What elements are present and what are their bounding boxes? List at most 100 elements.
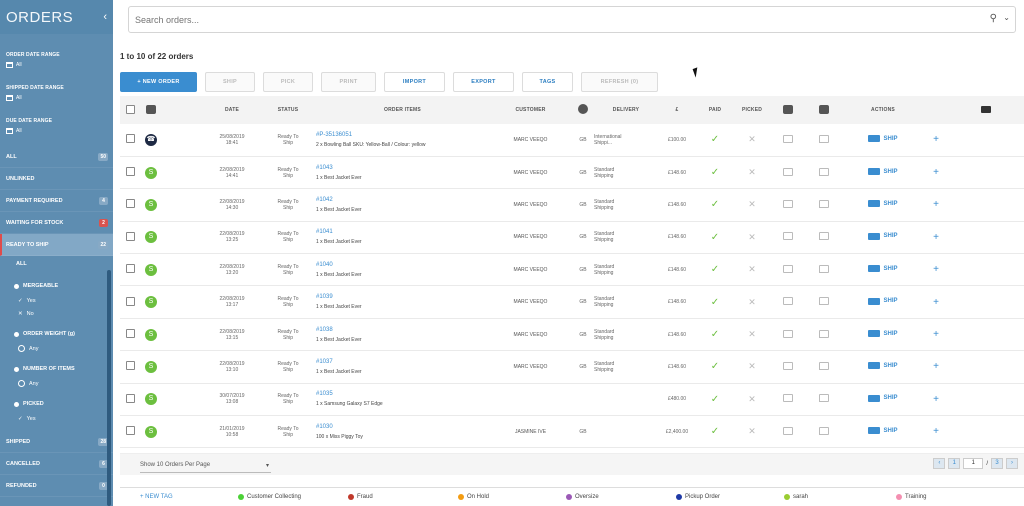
chevron-down-icon[interactable]: ⌄ bbox=[1003, 13, 1010, 22]
new-order-button[interactable]: + NEW ORDER bbox=[120, 72, 197, 92]
comment-icon[interactable] bbox=[819, 426, 829, 435]
plus-icon[interactable]: + bbox=[933, 361, 939, 372]
row-checkbox[interactable] bbox=[125, 167, 135, 177]
printer-icon[interactable] bbox=[783, 134, 793, 143]
print-button[interactable]: PRINT bbox=[321, 72, 376, 92]
sidebar-item-unlinked[interactable]: UNLINKED bbox=[0, 168, 113, 190]
number-of-items-any-option[interactable]: Any bbox=[8, 377, 113, 390]
orders-per-page-select[interactable]: Show 10 Orders Per Page ▾ bbox=[140, 462, 271, 473]
not-picked-icon[interactable]: ✕ bbox=[748, 361, 756, 371]
printer-icon[interactable] bbox=[783, 394, 793, 403]
customer-name[interactable]: MARC VEEQO bbox=[489, 351, 572, 383]
order-date-range-filter[interactable]: ORDER DATE RANGE All bbox=[0, 52, 113, 68]
tag-legend-item[interactable]: Training bbox=[896, 494, 956, 500]
customer-name[interactable]: MARC VEEQO bbox=[489, 254, 572, 286]
order-number-link[interactable]: #1035 bbox=[316, 391, 489, 397]
ship-action-button[interactable]: SHIP bbox=[868, 297, 898, 305]
ship-action-button[interactable]: SHIP bbox=[868, 330, 898, 338]
tags-button[interactable]: TAGS bbox=[522, 72, 573, 92]
not-picked-icon[interactable]: ✕ bbox=[748, 426, 756, 436]
plus-icon[interactable]: + bbox=[933, 167, 939, 178]
shipped-date-range-filter[interactable]: SHIPPED DATE RANGE All bbox=[0, 85, 113, 101]
printer-icon[interactable] bbox=[783, 167, 793, 176]
ship-action-button[interactable]: SHIP bbox=[868, 168, 898, 176]
tag-legend-item[interactable]: sarah bbox=[784, 494, 896, 500]
delivery-header[interactable]: DELIVERY bbox=[594, 96, 658, 124]
not-picked-icon[interactable]: ✕ bbox=[748, 167, 756, 177]
table-row[interactable]: S 22/08/2019 14:41 Ready To Ship #1043 1 x Bes… bbox=[120, 156, 1024, 189]
order-number-link[interactable]: #1040 bbox=[316, 262, 489, 268]
printer-icon[interactable] bbox=[783, 361, 793, 370]
not-picked-icon[interactable]: ✕ bbox=[748, 232, 756, 242]
last-page-button[interactable]: 3 bbox=[991, 458, 1003, 469]
due-date-range-filter[interactable]: DUE DATE RANGE All bbox=[0, 118, 113, 134]
paid-header[interactable]: PAID bbox=[696, 96, 734, 124]
search-input[interactable] bbox=[129, 7, 959, 32]
plus-icon[interactable]: + bbox=[933, 134, 939, 145]
table-row[interactable]: S 22/08/2019 13:15 Ready To Ship #1038 1 x Bes… bbox=[120, 318, 1024, 351]
row-checkbox[interactable] bbox=[125, 329, 135, 339]
ship-button[interactable]: SHIP bbox=[205, 72, 255, 92]
customer-name[interactable]: MARC VEEQO bbox=[489, 124, 572, 156]
tag-legend-item[interactable]: Pickup Order bbox=[676, 494, 784, 500]
picked-yes-option[interactable]: ✓ Yes bbox=[8, 412, 113, 425]
comment-icon[interactable] bbox=[819, 329, 829, 338]
not-picked-icon[interactable]: ✕ bbox=[748, 199, 756, 209]
prev-page-button[interactable]: ‹ bbox=[933, 458, 946, 469]
customer-name[interactable]: MARC VEEQO bbox=[489, 286, 572, 318]
comment-icon[interactable] bbox=[819, 134, 829, 143]
order-number-link[interactable]: #P-35136051 bbox=[316, 132, 489, 138]
ship-action-button[interactable]: SHIP bbox=[868, 394, 898, 402]
row-checkbox[interactable] bbox=[125, 264, 135, 274]
search-icon[interactable]: ⚲ bbox=[990, 13, 997, 24]
row-checkbox[interactable] bbox=[125, 296, 135, 306]
customer-name[interactable]: MARC VEEQO bbox=[489, 221, 572, 253]
customer-name[interactable] bbox=[489, 383, 572, 415]
export-button[interactable]: EXPORT bbox=[453, 72, 514, 92]
row-checkbox[interactable] bbox=[125, 426, 135, 436]
sidebar-item-shipped[interactable]: SHIPPED 28 bbox=[0, 431, 113, 453]
row-checkbox[interactable] bbox=[125, 361, 135, 371]
tag-legend-item[interactable]: Oversize bbox=[566, 494, 676, 500]
ship-action-button[interactable]: SHIP bbox=[868, 427, 898, 435]
sidebar-subitem-all[interactable]: ALL bbox=[8, 256, 113, 272]
mergeable-no-option[interactable]: ✕ No bbox=[8, 307, 113, 320]
table-row[interactable]: S 22/08/2019 13:17 Ready To Ship #1039 1 x Bes… bbox=[120, 286, 1024, 319]
table-row[interactable]: S 22/08/2019 13:10 Ready To Ship #1037 1 x Bes… bbox=[120, 351, 1024, 384]
plus-icon[interactable]: + bbox=[933, 232, 939, 243]
not-picked-icon[interactable]: ✕ bbox=[748, 329, 756, 339]
sidebar-item-refunded[interactable]: REFUNDED 0 bbox=[0, 475, 113, 497]
refresh-button[interactable]: REFRESH (0) bbox=[581, 72, 658, 92]
picked-filter[interactable]: PICKED bbox=[8, 396, 113, 412]
plus-icon[interactable]: + bbox=[933, 329, 939, 340]
tag-legend-item[interactable]: Customer Collecting bbox=[238, 494, 348, 500]
table-row[interactable]: S 21/01/2019 10:58 Ready To Ship #1030 100 x M… bbox=[120, 416, 1024, 448]
customer-name[interactable]: MARC VEEQO bbox=[489, 318, 572, 350]
ship-action-button[interactable]: SHIP bbox=[868, 135, 898, 143]
plus-icon[interactable]: + bbox=[933, 394, 939, 405]
row-checkbox[interactable] bbox=[125, 393, 135, 403]
row-checkbox[interactable] bbox=[125, 134, 135, 144]
table-row[interactable]: ☎ 25/08/2019 18:41 Ready To Ship #P-35136051 2… bbox=[120, 124, 1024, 157]
printer-icon[interactable] bbox=[783, 426, 793, 435]
table-row[interactable]: S 22/08/2019 13:25 Ready To Ship #1041 1 x Bes… bbox=[120, 221, 1024, 254]
tag-legend-item[interactable]: On Hold bbox=[458, 494, 566, 500]
picked-header[interactable]: PICKED bbox=[734, 96, 770, 124]
order-items-header[interactable]: ORDER ITEMS bbox=[316, 96, 489, 124]
page-input[interactable]: 1 bbox=[963, 458, 984, 469]
printer-icon[interactable] bbox=[783, 232, 793, 241]
select-all-checkbox[interactable] bbox=[125, 104, 135, 114]
plus-icon[interactable]: + bbox=[933, 199, 939, 210]
comment-icon[interactable] bbox=[819, 394, 829, 403]
tag-legend-item[interactable]: Fraud bbox=[348, 494, 458, 500]
printer-icon[interactable] bbox=[783, 297, 793, 306]
not-picked-icon[interactable]: ✕ bbox=[748, 134, 756, 144]
printer-icon[interactable] bbox=[783, 264, 793, 273]
comment-icon[interactable] bbox=[819, 361, 829, 370]
plus-icon[interactable]: + bbox=[933, 264, 939, 275]
ship-action-button[interactable]: SHIP bbox=[868, 362, 898, 370]
plus-icon[interactable]: + bbox=[933, 426, 939, 437]
not-picked-icon[interactable]: ✕ bbox=[748, 394, 756, 404]
ship-action-button[interactable]: SHIP bbox=[868, 232, 898, 240]
pick-button[interactable]: PICK bbox=[263, 72, 313, 92]
